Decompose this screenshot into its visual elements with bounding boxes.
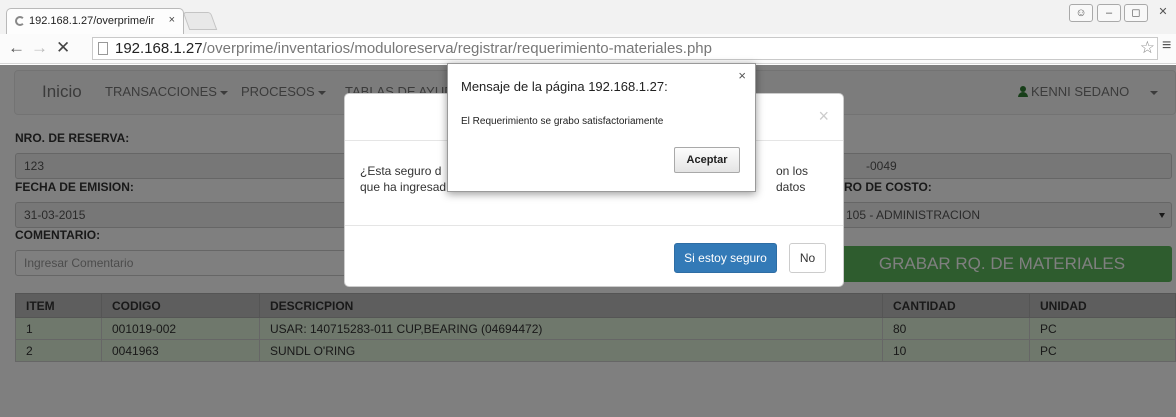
browser-titlebar: 192.168.1.27/overprime/ir × ☺ – ◻ ✕	[0, 0, 1176, 34]
stop-icon[interactable]: ✕	[56, 38, 70, 58]
browser-toolbar: ← → ✕ 192.168.1.27/overprime/inventarios…	[0, 34, 1176, 64]
page-icon	[98, 42, 108, 55]
url-host: 192.168.1.27	[115, 40, 203, 57]
url-path: /overprime/inventarios/moduloreserva/reg…	[202, 40, 712, 57]
modal-text-line1: ¿Esta seguro d	[360, 164, 442, 178]
profile-icon[interactable]: ☺	[1069, 4, 1093, 22]
cancel-button[interactable]: No	[789, 243, 826, 273]
maximize-button[interactable]: ◻	[1124, 4, 1148, 22]
browser-tab[interactable]: 192.168.1.27/overprime/ir ×	[6, 8, 184, 34]
window-close-button[interactable]: ✕	[1151, 4, 1175, 22]
back-arrow-icon[interactable]: ←	[8, 38, 25, 58]
minimize-button[interactable]: –	[1097, 4, 1121, 22]
modal-close-icon[interactable]: ×	[818, 106, 829, 127]
modal-text-line1-end: on los datos	[776, 164, 809, 194]
chrome-menu-icon[interactable]: ≡	[1162, 37, 1171, 55]
address-bar[interactable]: 192.168.1.27/overprime/inventarios/modul…	[92, 37, 1158, 60]
modal-divider	[345, 225, 843, 226]
accept-button[interactable]: Aceptar	[674, 147, 740, 173]
confirm-button[interactable]: Si estoy seguro	[674, 243, 777, 273]
alert-close-icon[interactable]: ×	[738, 68, 746, 83]
modal-text-line2: que ha ingresad	[360, 180, 447, 194]
tab-close-icon[interactable]: ×	[169, 14, 175, 26]
browser-alert-dialog: Mensaje de la página 192.168.1.27: × El …	[447, 63, 756, 192]
bookmark-star-icon[interactable]: ☆	[1140, 38, 1155, 58]
alert-message: El Requerimiento se grabo satisfactoriam…	[461, 116, 664, 127]
new-tab-button[interactable]	[182, 12, 218, 30]
loading-icon	[15, 16, 25, 26]
tab-title: 192.168.1.27/overprime/ir	[29, 15, 155, 27]
forward-arrow-icon[interactable]: →	[31, 38, 48, 58]
alert-title: Mensaje de la página 192.168.1.27:	[461, 79, 668, 94]
